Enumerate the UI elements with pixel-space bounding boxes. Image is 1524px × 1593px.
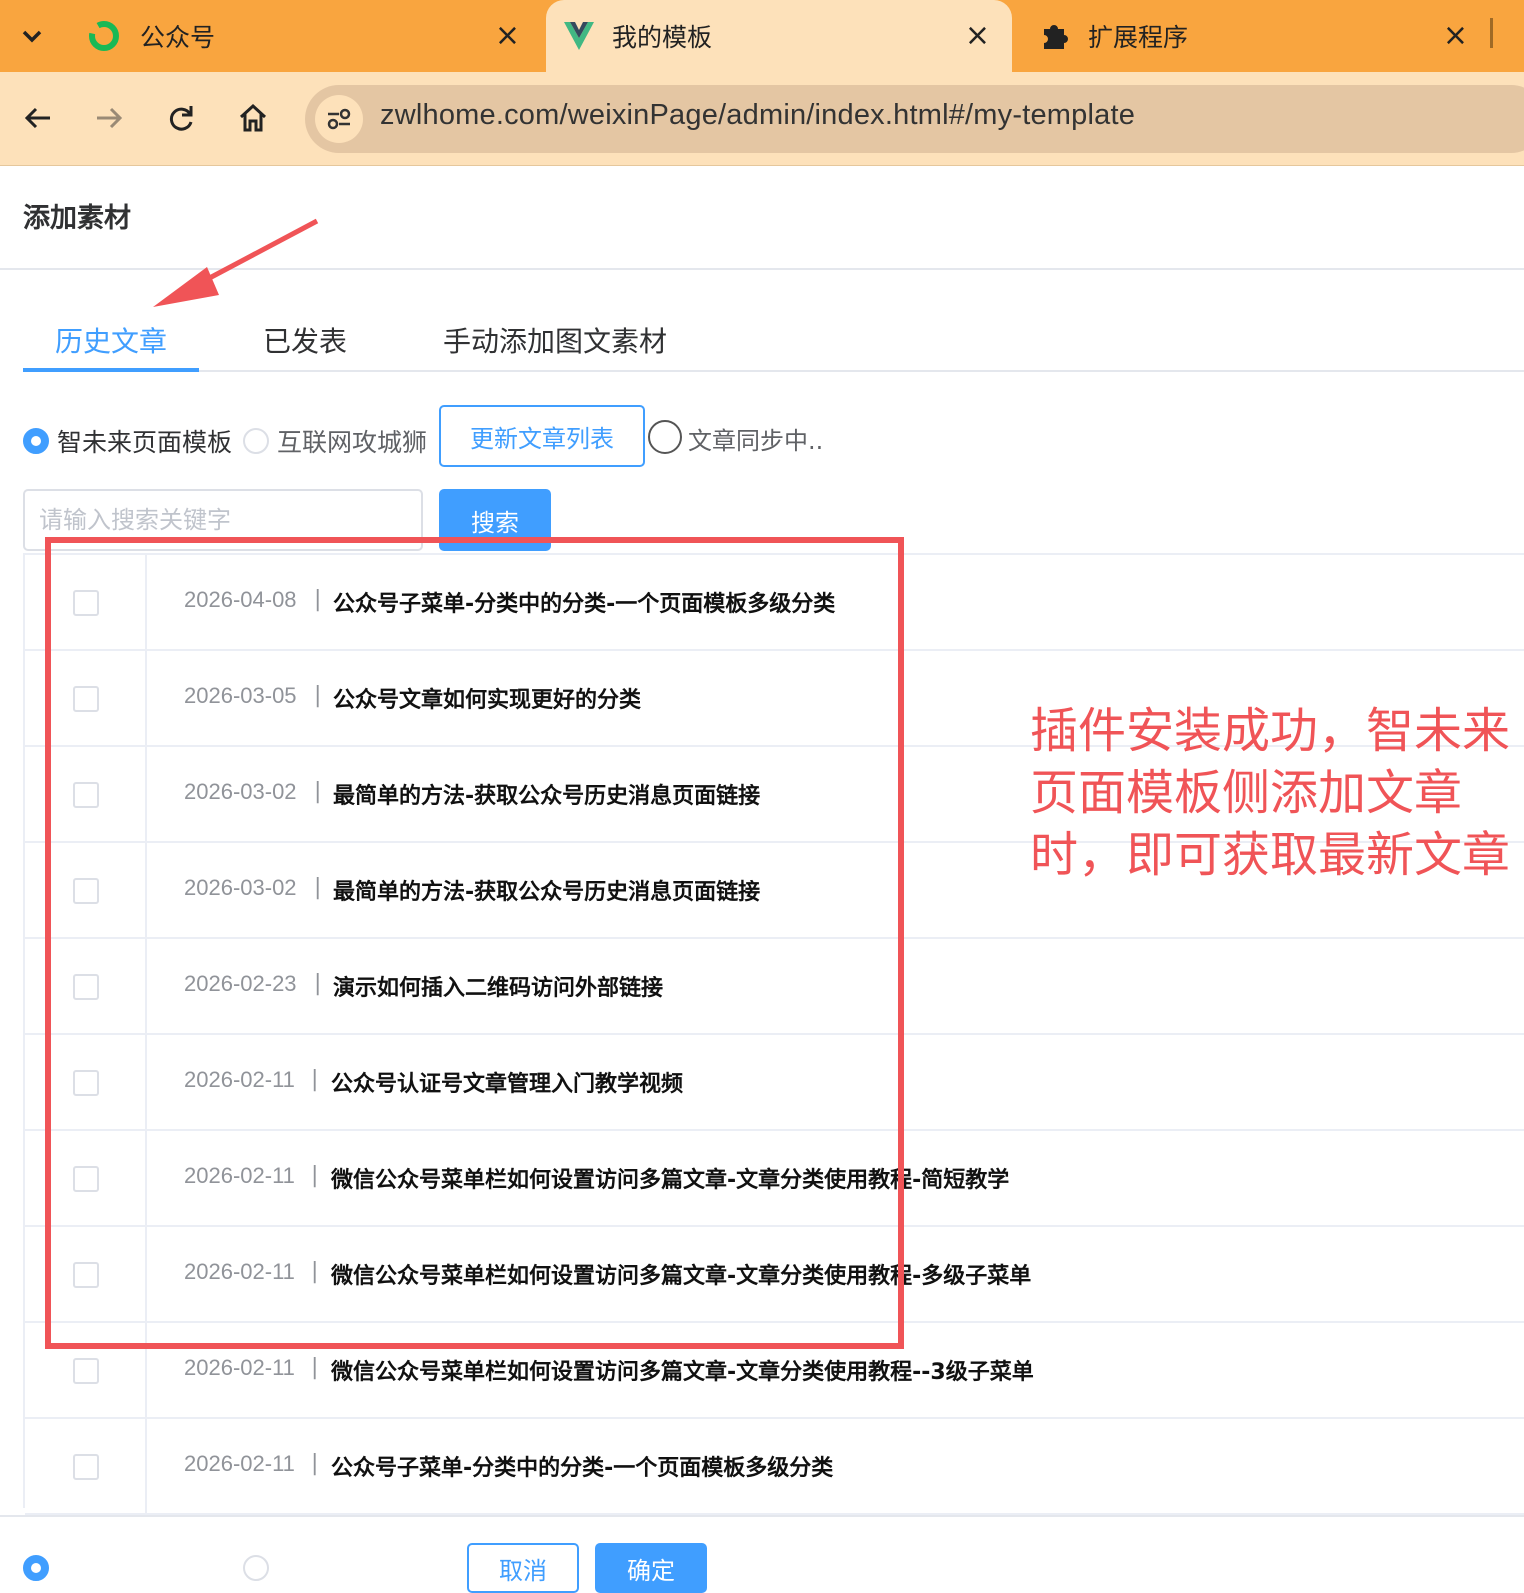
highlight-box <box>45 537 904 1349</box>
row-checkbox[interactable] <box>73 1358 99 1384</box>
browser-toolbar: zwlhome.com/weixinPage/admin/index.html#… <box>0 72 1524 166</box>
vue-icon <box>564 22 594 50</box>
browser-tab-active[interactable]: 我的模板 × <box>546 0 1012 72</box>
cancel-button[interactable]: 取消 <box>467 1543 579 1593</box>
browser-tab[interactable]: 公众号 × <box>72 0 542 72</box>
confirm-button[interactable]: 确定 <box>595 1543 707 1593</box>
browser-tab[interactable]: 扩展程序 × <box>1020 0 1490 72</box>
radio-unchecked-icon <box>243 428 269 454</box>
back-icon[interactable] <box>12 92 64 144</box>
article-title: 微信公众号菜单栏如何设置访问多篇文章-文章分类使用教程--3级子菜单 <box>331 1360 1034 1385</box>
article-title: 公众号子菜单-分类中的分类-一个页面模板多级分类 <box>331 1456 834 1481</box>
wechat-mp-icon <box>86 18 122 54</box>
separator: | <box>311 1355 319 1380</box>
footer-radio[interactable] <box>243 1555 277 1581</box>
tab-divider <box>1490 18 1493 48</box>
row-checkbox[interactable] <box>73 1454 99 1480</box>
radio-source-template[interactable]: 智未来页面模板 <box>23 423 232 459</box>
column-divider <box>145 1419 147 1513</box>
update-article-list-button[interactable]: 更新文章列表 <box>439 405 645 467</box>
sync-status: 文章同步中.. <box>688 427 824 455</box>
article-date: 2026-02-11 <box>184 1451 295 1476</box>
home-icon[interactable] <box>227 92 279 144</box>
table-row[interactable]: 2026-02-11 | 公众号子菜单-分类中的分类-一个页面模板多级分类 <box>25 1419 1524 1515</box>
loading-spinner-icon <box>648 420 682 454</box>
browser-tab-bar: 公众号 × 我的模板 × 扩展程序 × <box>0 0 1524 72</box>
tab-title: 公众号 <box>140 23 216 52</box>
close-tab-icon[interactable]: × <box>495 18 520 53</box>
radio-label: 互联网攻城狮 <box>277 428 428 457</box>
footer-radio[interactable] <box>23 1555 57 1581</box>
tab-published[interactable]: 已发表 <box>263 320 347 360</box>
radio-unchecked-icon <box>243 1555 269 1581</box>
radio-checked-icon <box>23 1555 49 1581</box>
annotation-text: 插件安装成功，智未来页面模板侧添加文章时，即可获取最新文章 <box>1030 703 1511 883</box>
radio-checked-icon <box>23 428 49 454</box>
close-tab-icon[interactable]: × <box>965 18 990 53</box>
dialog-title: 添加素材 <box>23 203 131 234</box>
address-bar[interactable]: zwlhome.com/weixinPage/admin/index.html#… <box>305 85 1524 153</box>
radio-source-internet[interactable]: 互联网攻城狮 <box>243 423 427 459</box>
close-tab-icon[interactable]: × <box>1443 18 1468 53</box>
reload-icon[interactable] <box>155 92 207 144</box>
forward-icon[interactable] <box>83 92 135 144</box>
url-text[interactable]: zwlhome.com/weixinPage/admin/index.html#… <box>380 99 1135 132</box>
divider <box>0 1515 1524 1517</box>
active-tab-indicator <box>23 368 199 372</box>
tab-title: 我的模板 <box>612 23 713 52</box>
site-settings-icon[interactable] <box>315 95 363 143</box>
separator: | <box>311 1451 319 1476</box>
tab-history-articles[interactable]: 历史文章 <box>55 320 167 360</box>
radio-label: 智未来页面模板 <box>57 428 233 457</box>
tabs-divider <box>23 370 1524 372</box>
article-date: 2026-02-11 <box>184 1355 295 1380</box>
tab-list-dropdown-icon[interactable] <box>14 18 50 54</box>
annotation-arrow <box>153 218 319 307</box>
tab-manual-add[interactable]: 手动添加图文素材 <box>443 320 667 360</box>
tab-title: 扩展程序 <box>1088 23 1189 52</box>
puzzle-icon <box>1040 21 1070 51</box>
